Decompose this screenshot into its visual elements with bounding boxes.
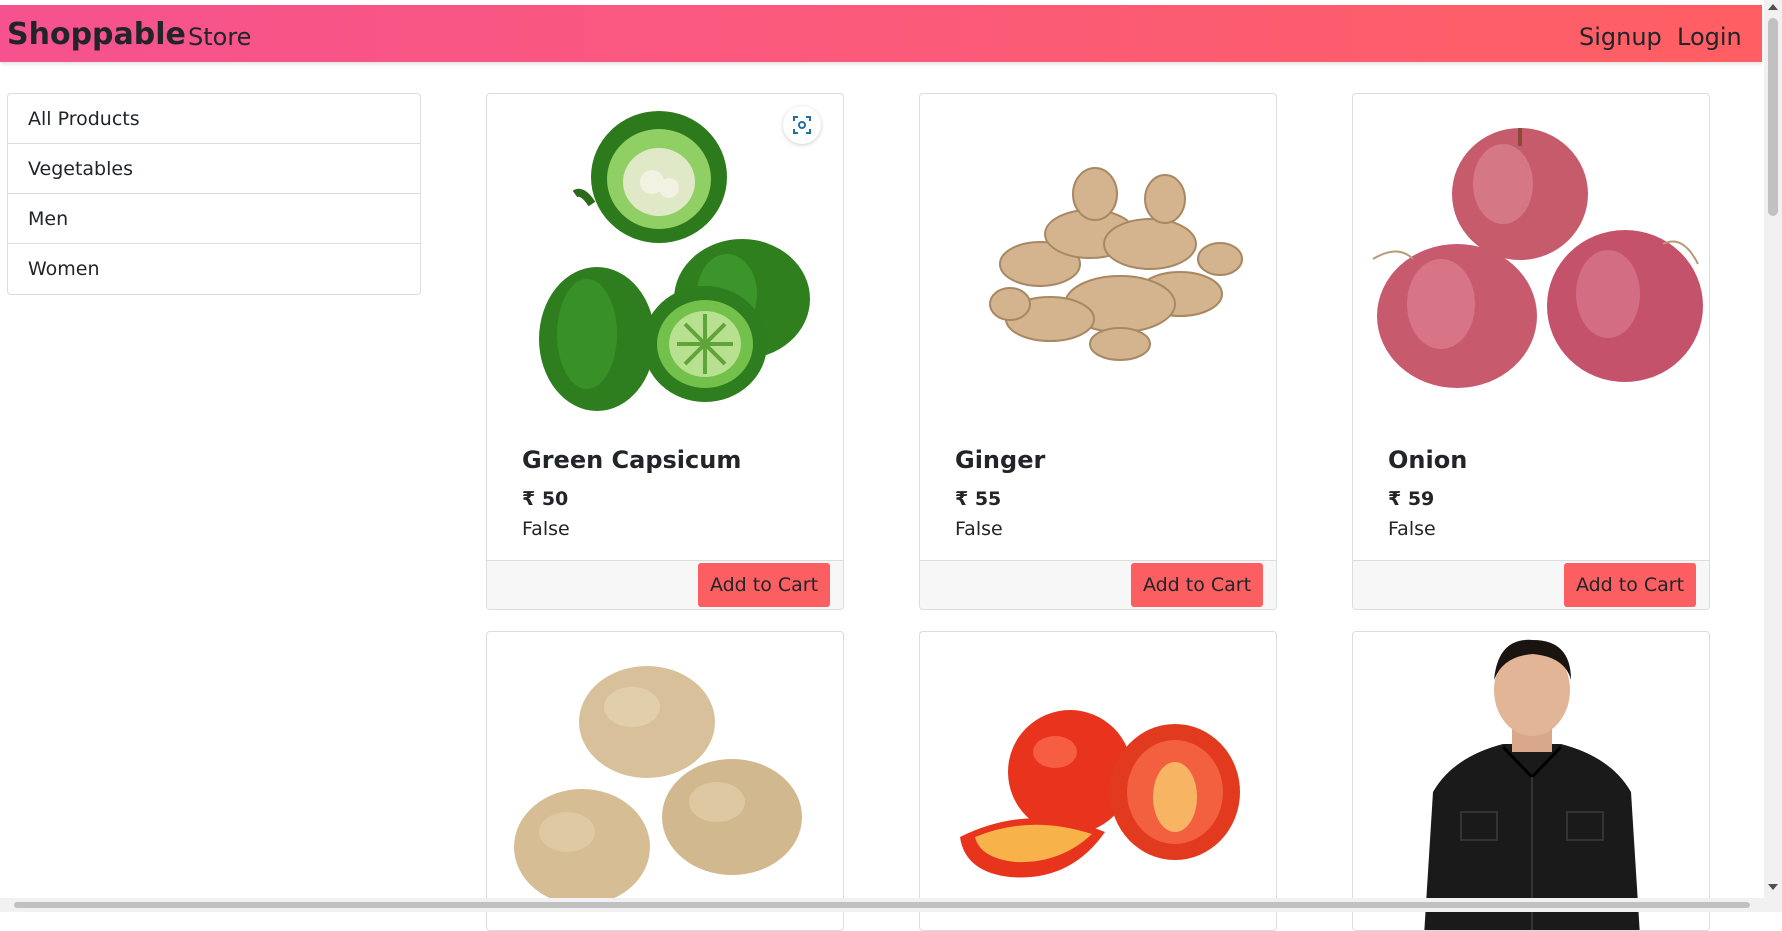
product-name[interactable]: Green Capsicum: [522, 446, 741, 474]
product-status: False: [1388, 518, 1436, 540]
product-card: [1352, 631, 1710, 931]
product-image-man-black-shirt[interactable]: [1353, 632, 1710, 931]
product-status: False: [955, 518, 1003, 540]
nav-signup-link[interactable]: Signup: [1579, 23, 1662, 51]
scroll-down-icon[interactable]: [1768, 884, 1778, 890]
horizontal-scroll-thumb[interactable]: [14, 902, 1750, 908]
product-image-potato[interactable]: [487, 632, 844, 931]
product-image-ginger[interactable]: [920, 94, 1277, 414]
card-footer: Add to Cart: [920, 560, 1276, 609]
brand-logo[interactable]: Shoppable: [7, 17, 186, 52]
product-card: [486, 631, 844, 931]
scroll-up-icon[interactable]: [1768, 4, 1778, 10]
scan-icon: [793, 116, 811, 134]
product-price: ₹ 59: [1388, 488, 1435, 510]
product-name[interactable]: Onion: [1388, 446, 1467, 474]
vertical-scrollbar[interactable]: [1764, 0, 1782, 912]
sidebar-item-all-products[interactable]: All Products: [8, 94, 420, 144]
add-to-cart-button[interactable]: Add to Cart: [698, 563, 830, 607]
product-card: Ginger ₹ 55 False Add to Cart: [919, 93, 1277, 610]
product-price: ₹ 50: [522, 488, 569, 510]
sidebar-item-vegetables[interactable]: Vegetables: [8, 144, 420, 194]
add-to-cart-button[interactable]: Add to Cart: [1131, 563, 1263, 607]
product-price: ₹ 55: [955, 488, 1002, 510]
product-name[interactable]: Ginger: [955, 446, 1045, 474]
vertical-scroll-thumb[interactable]: [1768, 18, 1778, 216]
sidebar-item-men[interactable]: Men: [8, 194, 420, 244]
product-status: False: [522, 518, 570, 540]
product-card: [919, 631, 1277, 931]
horizontal-scrollbar[interactable]: [0, 898, 1764, 912]
card-footer: Add to Cart: [1353, 560, 1709, 609]
nav-login-link[interactable]: Login: [1677, 23, 1742, 51]
category-sidebar: All Products Vegetables Men Women: [7, 93, 421, 295]
product-card: Green Capsicum ₹ 50 False Add to Cart: [486, 93, 844, 610]
navbar: Shoppable Store Signup Login: [0, 5, 1762, 62]
product-image-onion[interactable]: [1353, 94, 1710, 414]
product-card: Onion ₹ 59 False Add to Cart: [1352, 93, 1710, 610]
add-to-cart-button[interactable]: Add to Cart: [1564, 563, 1696, 607]
card-footer: Add to Cart: [487, 560, 843, 609]
nav-store-link[interactable]: Store: [188, 23, 251, 51]
sidebar-item-women[interactable]: Women: [8, 244, 420, 294]
image-scan-button[interactable]: [783, 106, 821, 144]
product-image-tomato[interactable]: [920, 632, 1277, 931]
